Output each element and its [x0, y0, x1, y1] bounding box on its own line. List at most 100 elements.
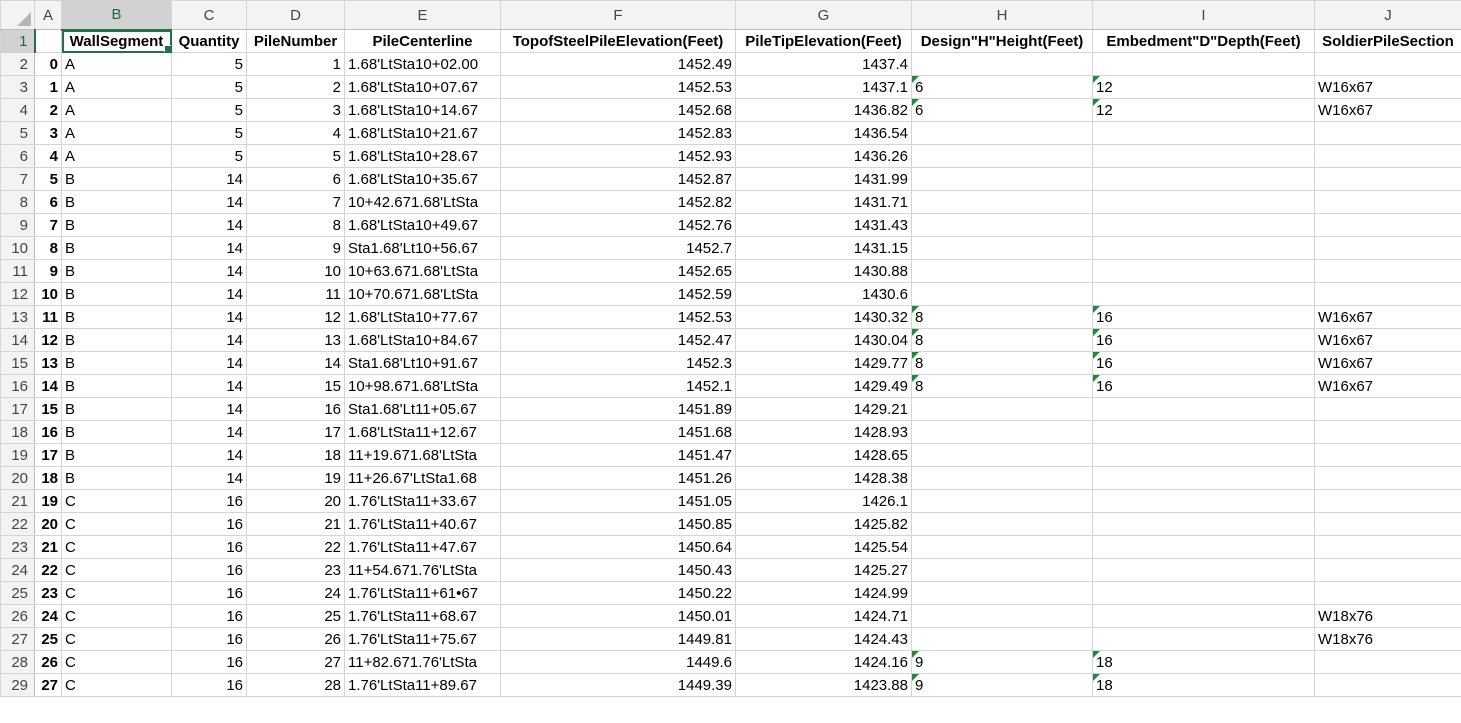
cell[interactable] — [911, 535, 1093, 559]
cell[interactable]: 1.68'LtSta10+21.67 — [344, 121, 501, 145]
cell[interactable] — [1314, 52, 1461, 76]
cell[interactable]: 28 — [246, 673, 345, 697]
cell[interactable]: 8 — [34, 236, 62, 260]
row-header[interactable]: 28 — [0, 650, 35, 674]
cell[interactable]: 13 — [246, 328, 345, 352]
cell[interactable] — [1092, 466, 1315, 490]
cell[interactable]: 11+26.67'LtSta1.68 — [344, 466, 501, 490]
cell[interactable]: 16 — [1092, 328, 1315, 352]
cell[interactable]: 13 — [34, 351, 62, 375]
cell[interactable] — [1092, 167, 1315, 191]
cell[interactable] — [911, 489, 1093, 513]
cell[interactable]: 24 — [246, 581, 345, 605]
number-stored-as-text-indicator[interactable] — [1093, 329, 1100, 336]
row-header[interactable]: 8 — [0, 190, 35, 214]
cell[interactable] — [1314, 466, 1461, 490]
cell[interactable]: 1436.82 — [735, 98, 912, 122]
column-header-h[interactable]: H — [911, 0, 1093, 30]
cell[interactable]: W16x67 — [1314, 98, 1461, 122]
cell[interactable]: 25 — [34, 627, 62, 651]
cell[interactable]: 1424.99 — [735, 581, 912, 605]
cell[interactable]: 16 — [1092, 305, 1315, 329]
cell[interactable] — [1314, 443, 1461, 467]
cell[interactable] — [911, 604, 1093, 628]
cell[interactable]: 1450.22 — [500, 581, 736, 605]
cell[interactable] — [1314, 167, 1461, 191]
cell[interactable]: 9 — [34, 259, 62, 283]
column-header-a[interactable]: A — [34, 0, 62, 30]
number-stored-as-text-indicator[interactable] — [1093, 352, 1100, 359]
cell[interactable]: W16x67 — [1314, 305, 1461, 329]
cell[interactable]: 1452.76 — [500, 213, 736, 237]
row-header[interactable]: 16 — [0, 374, 35, 398]
cell[interactable]: 1.76'LtSta11+75.67 — [344, 627, 501, 651]
cell[interactable]: 14 — [171, 397, 247, 421]
cell[interactable]: 1450.43 — [500, 558, 736, 582]
cell[interactable]: C — [61, 650, 172, 674]
cell[interactable]: 14 — [171, 328, 247, 352]
row-header[interactable]: 27 — [0, 627, 35, 651]
cell[interactable]: 11 — [246, 282, 345, 306]
cell[interactable] — [1092, 581, 1315, 605]
cell[interactable]: C — [61, 558, 172, 582]
cell[interactable]: W16x67 — [1314, 374, 1461, 398]
row-header[interactable]: 18 — [0, 420, 35, 444]
column-title-cell[interactable]: Quantity — [171, 29, 247, 53]
cell[interactable]: B — [61, 420, 172, 444]
cell[interactable]: 12 — [1092, 75, 1315, 99]
cell[interactable]: 1450.64 — [500, 535, 736, 559]
cell[interactable]: 16 — [1092, 374, 1315, 398]
cell[interactable]: 16 — [1092, 351, 1315, 375]
cell[interactable]: 16 — [171, 512, 247, 536]
cell[interactable]: W16x67 — [1314, 75, 1461, 99]
cell[interactable]: 27 — [34, 673, 62, 697]
cell[interactable]: 9 — [911, 650, 1093, 674]
cell[interactable]: 1449.39 — [500, 673, 736, 697]
row-header[interactable]: 19 — [0, 443, 35, 467]
cell[interactable]: B — [61, 190, 172, 214]
cell[interactable]: 1452.59 — [500, 282, 736, 306]
cell[interactable]: B — [61, 443, 172, 467]
cell[interactable]: 25 — [246, 604, 345, 628]
cell[interactable]: 1451.89 — [500, 397, 736, 421]
cell[interactable]: 1 — [34, 75, 62, 99]
cell[interactable]: 16 — [171, 489, 247, 513]
cell[interactable]: 1424.43 — [735, 627, 912, 651]
number-stored-as-text-indicator[interactable] — [1093, 674, 1100, 681]
cell[interactable]: 6 — [911, 98, 1093, 122]
column-header-g[interactable]: G — [735, 0, 912, 30]
cell[interactable] — [1092, 282, 1315, 306]
cell[interactable]: 1.68'LtSta10+35.67 — [344, 167, 501, 191]
cell[interactable]: 10 — [34, 282, 62, 306]
cell[interactable]: B — [61, 397, 172, 421]
cell[interactable]: W16x67 — [1314, 328, 1461, 352]
cell[interactable]: A — [61, 75, 172, 99]
cell[interactable]: 1436.26 — [735, 144, 912, 168]
cell[interactable] — [1314, 397, 1461, 421]
cell[interactable]: 1426.1 — [735, 489, 912, 513]
cell[interactable]: B — [61, 236, 172, 260]
cell[interactable]: 16 — [171, 558, 247, 582]
cell[interactable] — [911, 121, 1093, 145]
cell[interactable]: 8 — [911, 305, 1093, 329]
row-header[interactable]: 21 — [0, 489, 35, 513]
cell[interactable]: 1425.54 — [735, 535, 912, 559]
cell[interactable]: 1.76'LtSta11+40.67 — [344, 512, 501, 536]
cell[interactable]: 2 — [34, 98, 62, 122]
cell[interactable]: 1424.16 — [735, 650, 912, 674]
cell[interactable]: 5 — [171, 98, 247, 122]
cell[interactable]: 14 — [171, 420, 247, 444]
cell[interactable]: 10+63.671.68'LtSta — [344, 259, 501, 283]
cell[interactable]: 22 — [34, 558, 62, 582]
cell[interactable]: 1452.7 — [500, 236, 736, 260]
number-stored-as-text-indicator[interactable] — [912, 76, 919, 83]
cell[interactable]: 1452.65 — [500, 259, 736, 283]
cell[interactable]: C — [61, 627, 172, 651]
cell[interactable]: 1.76'LtSta11+47.67 — [344, 535, 501, 559]
row-header[interactable]: 25 — [0, 581, 35, 605]
cell[interactable]: A — [61, 121, 172, 145]
number-stored-as-text-indicator[interactable] — [1093, 651, 1100, 658]
cell[interactable]: 20 — [34, 512, 62, 536]
number-stored-as-text-indicator[interactable] — [912, 306, 919, 313]
cell[interactable] — [911, 397, 1093, 421]
